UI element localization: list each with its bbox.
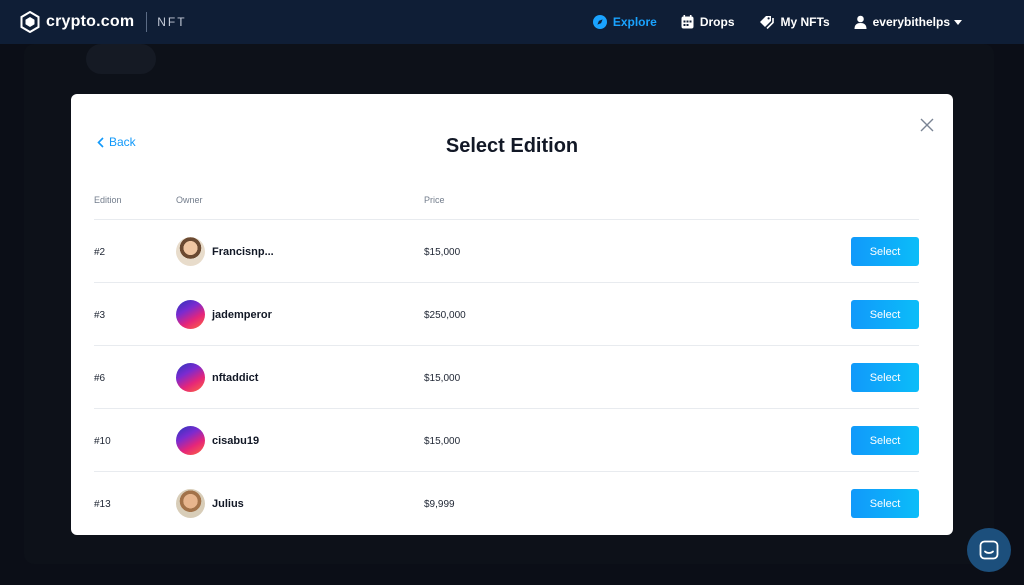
table-row: #3 jademperor $250,000 Select [94, 282, 919, 345]
select-button[interactable]: Select [851, 363, 919, 392]
nav-explore-label: Explore [612, 15, 657, 29]
owner-name: nftaddict [212, 371, 259, 384]
owner-cell[interactable]: jademperor [176, 300, 272, 329]
brand-divider [146, 12, 148, 32]
modal-title: Select Edition [445, 135, 579, 157]
owner-name: cisabu19 [212, 434, 260, 447]
brand-sub: NFT [157, 15, 187, 29]
chat-icon [979, 540, 999, 560]
username-label: everybithelps [872, 15, 950, 29]
edition-number: #3 [94, 310, 106, 321]
tags-icon [759, 16, 774, 29]
nav-my-nfts[interactable]: My NFTs [759, 15, 830, 29]
price-value: $9,999 [424, 499, 455, 510]
brand-logo-link[interactable]: crypto.com NFT [20, 11, 187, 33]
table-row: #6 nftaddict $15,000 Select [94, 345, 919, 408]
nav-drops-label: Drops [699, 15, 735, 29]
table-header: Edition Owner Price [94, 195, 919, 211]
calendar-icon [681, 15, 694, 29]
caret-down-icon [954, 19, 962, 25]
avatar [176, 426, 205, 455]
compass-icon [592, 15, 607, 29]
edition-number: #10 [94, 436, 111, 447]
owner-cell[interactable]: Francisnp... [176, 237, 274, 266]
avatar [176, 363, 205, 392]
close-icon[interactable] [919, 117, 935, 133]
owner-cell[interactable]: Julius [176, 489, 244, 518]
table-row: #13 Julius $9,999 Select [94, 471, 919, 534]
brand-name: crypto.com [46, 13, 135, 30]
chat-support-button[interactable] [967, 528, 1011, 572]
select-button[interactable]: Select [851, 426, 919, 455]
avatar [176, 300, 205, 329]
select-button[interactable]: Select [851, 489, 919, 518]
owner-name: Francisnp... [212, 245, 274, 258]
top-navbar: crypto.com NFT Explore Drops My NFTs eve… [0, 0, 1024, 44]
owner-name: Julius [212, 497, 244, 510]
select-button[interactable]: Select [851, 300, 919, 329]
edition-number: #6 [94, 373, 106, 384]
nav-explore[interactable]: Explore [592, 15, 657, 29]
column-header-price: Price [424, 195, 445, 205]
table-row: #2 Francisnp... $15,000 Select [94, 219, 919, 282]
column-header-owner: Owner [176, 195, 203, 205]
nav-my-nfts-label: My NFTs [780, 15, 830, 29]
owner-cell[interactable]: nftaddict [176, 363, 258, 392]
editions-table: #2 Francisnp... $15,000 Select #3 jademp… [94, 219, 919, 534]
edition-number: #2 [94, 247, 106, 258]
price-value: $15,000 [424, 436, 461, 447]
user-icon [854, 15, 867, 29]
price-value: $15,000 [424, 373, 461, 384]
price-value: $15,000 [424, 247, 461, 258]
avatar [176, 237, 205, 266]
background-element [86, 44, 156, 74]
avatar [176, 489, 205, 518]
price-value: $250,000 [424, 310, 466, 321]
main-nav: Explore Drops My NFTs everybithelps [569, 0, 968, 44]
select-edition-modal: Back Select Edition Edition Owner Price … [71, 94, 953, 535]
user-menu[interactable]: everybithelps [854, 15, 968, 29]
column-header-edition: Edition [94, 195, 122, 205]
owner-cell[interactable]: cisabu19 [176, 426, 259, 455]
edition-number: #13 [94, 499, 111, 510]
owner-name: jademperor [212, 308, 272, 321]
table-row: #10 cisabu19 $15,000 Select [94, 408, 919, 471]
nav-drops[interactable]: Drops [681, 15, 735, 29]
crypto-com-logo-icon [20, 11, 40, 33]
select-button[interactable]: Select [851, 237, 919, 266]
